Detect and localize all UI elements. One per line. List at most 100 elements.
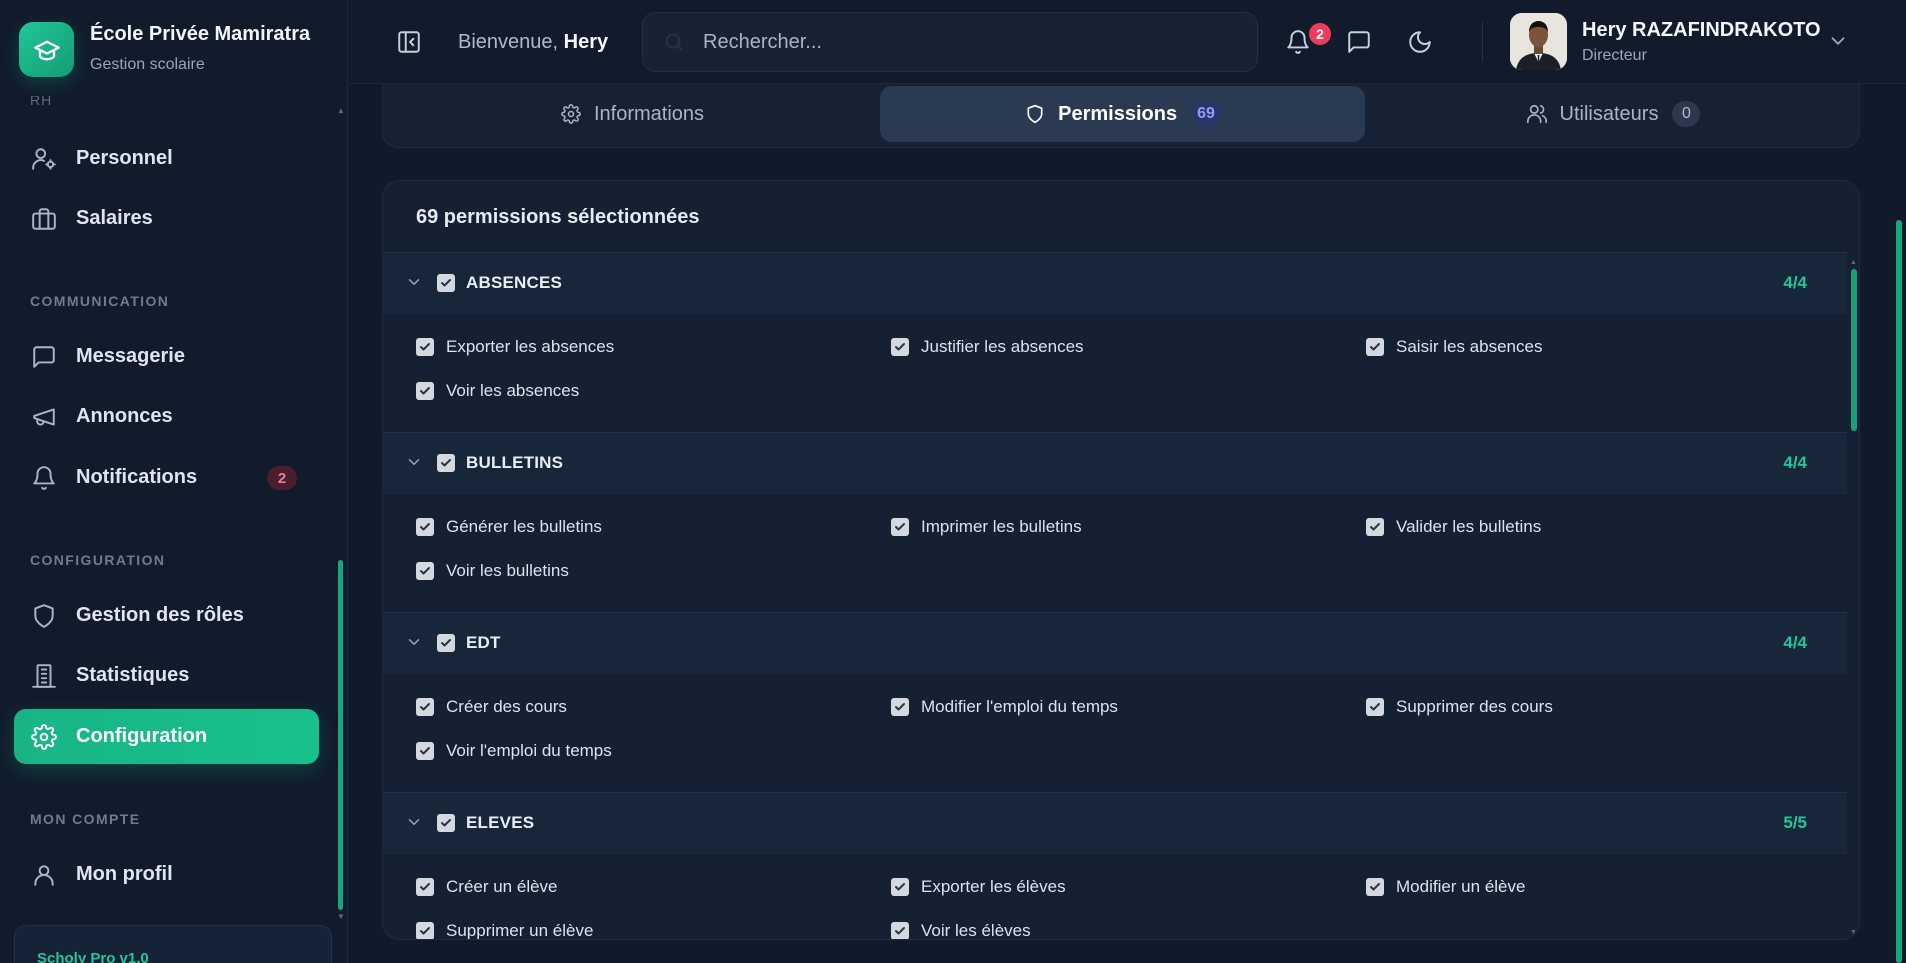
message-icon[interactable]: [1343, 26, 1375, 58]
permission-item[interactable]: Créer un élève: [416, 872, 558, 902]
permission-item[interactable]: Voir les absences: [416, 376, 579, 406]
permission-label: Voir les élèves: [921, 921, 1031, 940]
sidebar-item-label: Personnel: [76, 147, 173, 169]
permission-checkbox[interactable]: [416, 922, 434, 939]
permission-checkbox[interactable]: [416, 742, 434, 760]
group-checkbox[interactable]: [437, 814, 455, 832]
permission-checkbox[interactable]: [416, 698, 434, 716]
permission-label: Justifier les absences: [921, 337, 1084, 356]
permission-item[interactable]: Générer les bulletins: [416, 512, 602, 542]
sidebar-item-profil[interactable]: Mon profil: [14, 847, 319, 902]
permission-checkbox[interactable]: [416, 338, 434, 356]
group-checkbox[interactable]: [437, 634, 455, 652]
permission-group-header[interactable]: ABSENCES 4/4: [383, 252, 1847, 314]
permission-group-header[interactable]: EDT 4/4: [383, 612, 1847, 674]
search-icon: [663, 31, 685, 53]
tab-informations[interactable]: Informations: [385, 86, 879, 142]
permission-item[interactable]: Justifier les absences: [891, 332, 1084, 362]
permission-label: Voir l'emploi du temps: [446, 741, 612, 760]
chevron-down-icon[interactable]: [405, 633, 425, 653]
permission-item[interactable]: Créer des cours: [416, 692, 567, 722]
permission-item[interactable]: Voir l'emploi du temps: [416, 736, 612, 766]
group-checkbox[interactable]: [437, 454, 455, 472]
permission-checkbox[interactable]: [416, 382, 434, 400]
page-scrollbar[interactable]: [1896, 220, 1902, 963]
group-checkbox[interactable]: [437, 274, 455, 292]
permission-item[interactable]: Exporter les absences: [416, 332, 614, 362]
permission-item[interactable]: Valider les bulletins: [1366, 512, 1541, 542]
tabs: Informations Permissions 69 Utilisateurs…: [382, 84, 1860, 148]
sidebar-item-annonces[interactable]: Annonces: [14, 389, 319, 444]
tab-utilisateurs[interactable]: Utilisateurs 0: [1367, 86, 1859, 142]
chevron-down-icon[interactable]: [405, 813, 425, 833]
permission-checkbox[interactable]: [891, 698, 909, 716]
permission-item[interactable]: Imprimer les bulletins: [891, 512, 1082, 542]
sidebar-item-notifications[interactable]: Notifications 2: [14, 450, 319, 505]
check-icon: [1369, 341, 1381, 353]
permission-item[interactable]: Modifier un élève: [1366, 872, 1525, 902]
avatar[interactable]: [1510, 13, 1567, 70]
permission-checkbox[interactable]: [1366, 338, 1384, 356]
brand[interactable]: École Privée Mamiratra Gestion scolaire: [19, 22, 310, 78]
permission-item[interactable]: Supprimer des cours: [1366, 692, 1553, 722]
chevron-down-icon[interactable]: [1827, 30, 1849, 52]
check-icon: [419, 701, 431, 713]
permission-checkbox[interactable]: [891, 518, 909, 536]
tab-permissions[interactable]: Permissions 69: [880, 86, 1365, 142]
check-icon: [419, 385, 431, 397]
permission-group-header[interactable]: ELEVES 5/5: [383, 792, 1847, 854]
permission-label: Modifier l'emploi du temps: [921, 697, 1118, 716]
permission-group: ABSENCES 4/4 Exporter les absences Justifie…: [383, 252, 1847, 432]
brand-subtitle: Gestion scolaire: [90, 56, 205, 73]
sidebar-item-label: Notifications: [76, 466, 198, 488]
permission-checkbox[interactable]: [416, 878, 434, 896]
sidebar-item-messagerie[interactable]: Messagerie: [14, 329, 319, 384]
permission-item[interactable]: Voir les élèves: [891, 916, 1031, 940]
panel-scroll-down-icon[interactable]: ▼: [1850, 929, 1857, 936]
check-icon: [419, 565, 431, 577]
panel-scroll-up-icon[interactable]: ▲: [1850, 259, 1857, 266]
permission-checkbox[interactable]: [891, 338, 909, 356]
sidebar-item-personnel[interactable]: Personnel: [14, 131, 319, 186]
permission-checkbox[interactable]: [416, 562, 434, 580]
permission-group: EDT 4/4 Créer des cours Modifier l'emploi d…: [383, 612, 1847, 792]
permission-item[interactable]: Supprimer un élève: [416, 916, 593, 939]
check-icon: [440, 457, 452, 469]
permission-row: Voir les bulletins: [383, 556, 1847, 600]
permission-item[interactable]: Voir les bulletins: [416, 556, 569, 586]
permission-item[interactable]: Saisir les absences: [1366, 332, 1542, 362]
permission-checkbox[interactable]: [1366, 698, 1384, 716]
permission-group-header[interactable]: BULLETINS 4/4: [383, 432, 1847, 494]
sidebar-item-statistiques[interactable]: Statistiques: [14, 648, 319, 703]
sidebar-scroll-up-icon[interactable]: ▲: [337, 106, 345, 115]
permission-row: Créer un élève Exporter les élèves Modifie…: [383, 872, 1847, 916]
permission-item[interactable]: Modifier l'emploi du temps: [891, 692, 1118, 722]
sidebar-scrollbar[interactable]: [338, 560, 343, 910]
check-icon: [440, 817, 452, 829]
permission-checkbox[interactable]: [1366, 878, 1384, 896]
permission-label: Créer un élève: [446, 877, 558, 896]
chevron-down-icon[interactable]: [405, 453, 425, 473]
chevron-down-icon[interactable]: [405, 273, 425, 293]
moon-icon[interactable]: [1404, 26, 1436, 58]
permission-checkbox[interactable]: [1366, 518, 1384, 536]
user-name[interactable]: Hery RAZAFINDRAKOTO: [1582, 19, 1821, 42]
sidebar-scroll-down-icon[interactable]: ▼: [337, 912, 345, 921]
sidebar-toggle-icon[interactable]: [395, 28, 423, 56]
sidebar-item-label: Gestion des rôles: [76, 604, 244, 626]
sidebar-item-roles[interactable]: Gestion des rôles: [14, 588, 319, 643]
check-icon: [1369, 521, 1381, 533]
sidebar-item-configuration[interactable]: Configuration: [14, 709, 319, 764]
sidebar: École Privée Mamiratra Gestion scolaire …: [0, 0, 348, 963]
search-bar[interactable]: [642, 12, 1258, 72]
welcome-prefix: Bienvenue,: [458, 31, 559, 53]
sidebar-item-salaires[interactable]: Salaires: [14, 191, 319, 246]
permission-item[interactable]: Exporter les élèves: [891, 872, 1066, 902]
permission-checkbox[interactable]: [891, 922, 909, 939]
permission-checkbox[interactable]: [891, 878, 909, 896]
panel-scrollbar[interactable]: [1851, 269, 1857, 431]
version-card: Scholy Pro v1.0: [14, 925, 332, 963]
permission-row: Voir les absences: [383, 376, 1847, 420]
search-input[interactable]: [703, 30, 1223, 54]
permission-checkbox[interactable]: [416, 518, 434, 536]
